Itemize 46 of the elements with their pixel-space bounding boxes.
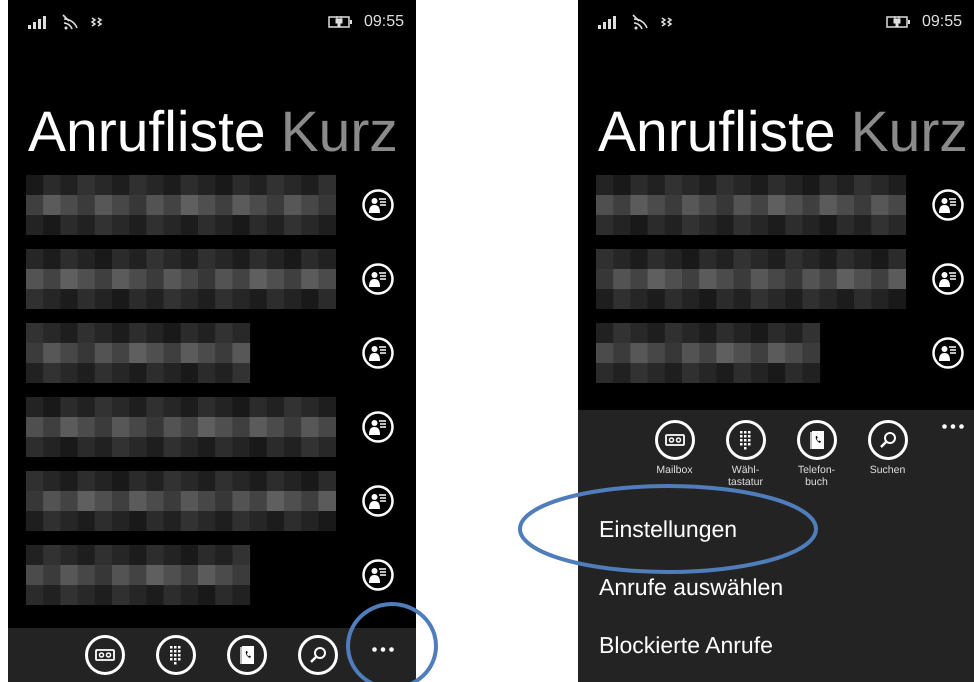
page-title[interactable]: Anrufliste [598, 104, 836, 154]
clock-time: 09:55 [364, 13, 404, 31]
contact-card-icon[interactable] [362, 559, 394, 591]
next-page-title[interactable]: Kurz [280, 104, 398, 154]
contact-card-icon[interactable] [362, 485, 394, 517]
dialpad-button[interactable] [726, 420, 766, 460]
phonebook-icon [808, 430, 824, 450]
dialpad-icon [740, 430, 751, 450]
contact-card-icon[interactable] [362, 263, 394, 295]
dialpad-icon [170, 646, 181, 664]
phonebook-button[interactable] [796, 420, 836, 460]
wifi-icon [632, 14, 650, 30]
button-label: Mailbox [656, 464, 693, 476]
next-page-title[interactable]: Kurz [850, 104, 968, 154]
search-icon [878, 431, 896, 449]
contact-card-icon[interactable] [932, 189, 964, 221]
page-title[interactable]: Anrufliste [28, 104, 266, 154]
battery-charging-icon [886, 15, 912, 29]
contact-card-icon[interactable] [932, 337, 964, 369]
phonebook-icon [238, 645, 254, 665]
voicemail-button[interactable] [654, 420, 694, 460]
contact-card-icon[interactable] [362, 189, 394, 221]
menu-item[interactable]: Blockierte Anrufe [599, 632, 773, 658]
button-label: Telefon- buch [798, 464, 836, 488]
contact-card-icon[interactable] [362, 337, 394, 369]
search-button[interactable] [868, 420, 908, 460]
button-label: Suchen [870, 464, 906, 476]
more-icon [942, 424, 964, 429]
contact-card-icon[interactable] [362, 411, 394, 443]
menu-item[interactable]: Einstellungen [599, 516, 738, 542]
clock-time: 09:55 [922, 13, 962, 31]
voicemail-icon [664, 434, 684, 446]
wifi-icon [62, 14, 80, 30]
battery-charging-icon [328, 15, 354, 29]
voicemail-button[interactable] [84, 635, 124, 675]
voicemail-icon [94, 649, 114, 661]
contact-card-icon[interactable] [932, 263, 964, 295]
dialpad-button[interactable] [156, 635, 196, 675]
menu-item[interactable]: Anrufe auswählen [599, 574, 784, 600]
phonebook-button[interactable] [226, 635, 266, 675]
vibrate-icon [660, 15, 674, 29]
vibrate-icon [90, 15, 104, 29]
search-icon [308, 646, 326, 664]
button-label: Wähl- tastatur [728, 464, 764, 488]
more-icon [372, 647, 394, 652]
search-button[interactable] [298, 635, 338, 675]
